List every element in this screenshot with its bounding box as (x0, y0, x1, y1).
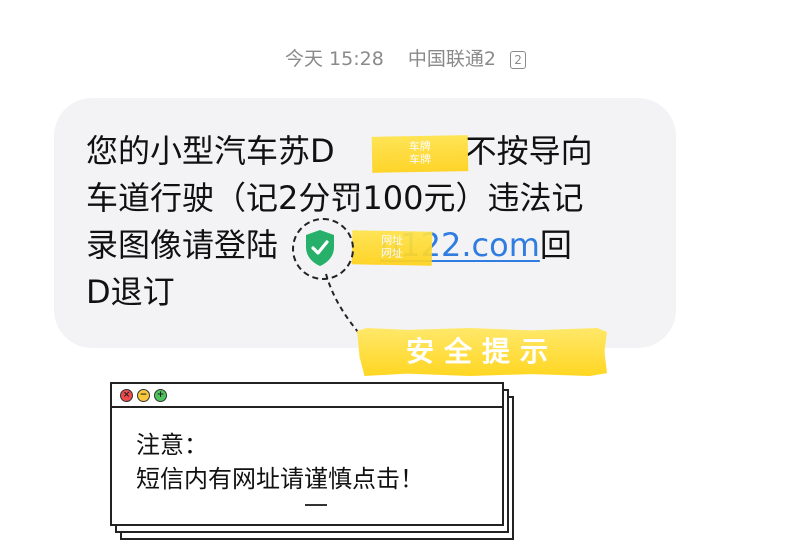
sms-line-2: 车道行驶（记2分罚100元）违法记 (86, 179, 584, 217)
carrier-name: 中国联通2 (407, 48, 496, 70)
text-cursor-mark (305, 504, 327, 506)
warning-window-titlebar: × − + (112, 384, 502, 408)
sim-badge-number: 2 (514, 53, 522, 67)
plate-label-2: 车牌 (408, 152, 432, 167)
plate-redaction-tape: 车牌 车牌 (371, 135, 469, 173)
shield-check-icon (306, 230, 334, 266)
message-timestamp-header: 今天 15:28 中国联通2 2 (0, 44, 811, 71)
close-dot-icon[interactable]: × (120, 389, 133, 402)
warning-title: 注意： (136, 431, 208, 459)
sms-text-login: 录图像请登陆 (86, 226, 279, 264)
sms-text-reply: 回 (539, 226, 572, 264)
timestamp-time: 15:28 (329, 48, 384, 70)
sim-card-icon: 2 (510, 51, 527, 69)
maximize-dot-icon[interactable]: + (154, 389, 167, 402)
timestamp-day: 今天 (284, 48, 323, 70)
safety-tip-label: 安全提示 (405, 335, 558, 368)
warning-window-body: 注意： 短信内有网址请谨慎点击！ (136, 428, 424, 496)
sms-text-line1-tail: 不按导向 (464, 132, 593, 170)
sms-line-1: 您的小型汽车苏D 不按导向 (86, 128, 646, 175)
minimize-dot-icon[interactable]: − (137, 389, 150, 402)
url-redaction-tape: 网址 网址 (351, 230, 433, 266)
sms-text-plate-prefix: 您的小型汽车苏D (86, 132, 335, 170)
url-label-2: 网址 (380, 246, 404, 261)
warning-message: 短信内有网址请谨慎点击！ (136, 465, 424, 493)
